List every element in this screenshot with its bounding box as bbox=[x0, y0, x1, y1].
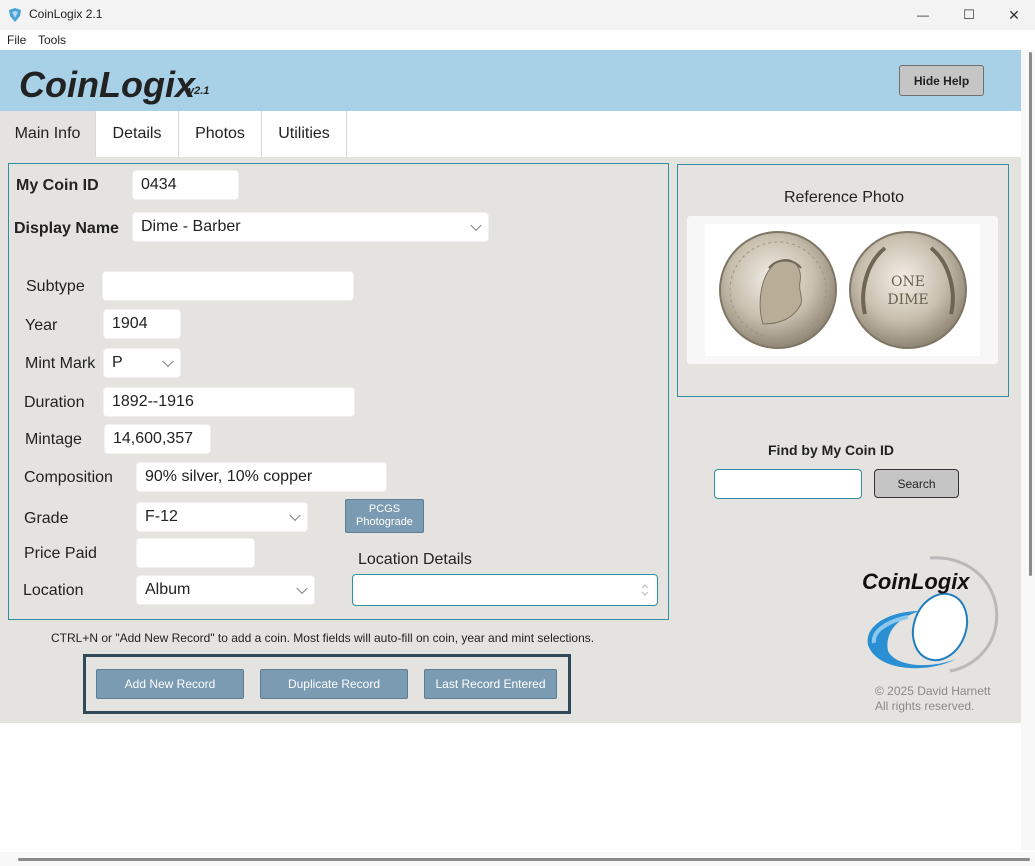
menu-file[interactable]: File bbox=[7, 33, 26, 47]
grade-value: F-12 bbox=[145, 508, 178, 525]
menu-tools[interactable]: Tools bbox=[38, 33, 66, 47]
title-bar: CoinLogix 2.1 — ☐ ✕ bbox=[0, 0, 1035, 30]
brand-logo: CoinLogix bbox=[19, 64, 195, 105]
close-icon: ✕ bbox=[1008, 6, 1020, 23]
chevron-down-icon bbox=[470, 219, 482, 232]
tab-main-info[interactable]: Main Info bbox=[0, 111, 96, 157]
composition-label: Composition bbox=[24, 469, 113, 486]
record-actions-box: Add New Record Duplicate Record Last Rec… bbox=[83, 654, 571, 714]
display-name-label: Display Name bbox=[14, 220, 119, 237]
pcgs-photograde-button[interactable]: PCGS Photograde bbox=[345, 499, 424, 533]
reference-photo-title: Reference Photo bbox=[783, 189, 905, 206]
app-header: CoinLogix v2.1 Hide Help bbox=[0, 50, 1021, 111]
add-new-record-button[interactable]: Add New Record bbox=[96, 669, 244, 699]
mintage-label: Mintage bbox=[25, 431, 82, 448]
tab-photos[interactable]: Photos bbox=[179, 111, 262, 157]
display-name-select[interactable]: Dime - Barber bbox=[132, 212, 489, 242]
location-label: Location bbox=[23, 582, 84, 599]
hide-help-button[interactable]: Hide Help bbox=[899, 65, 984, 96]
horizontal-scrollbar-thumb[interactable] bbox=[18, 858, 1030, 861]
app-icon bbox=[9, 8, 21, 22]
composition-field[interactable]: 90% silver, 10% copper bbox=[136, 462, 387, 492]
pcgs-button-line2: Photograde bbox=[356, 516, 413, 528]
duration-field[interactable]: 1892--1916 bbox=[103, 387, 355, 417]
copyright-line1: © 2025 David Harnett bbox=[875, 684, 991, 698]
search-button[interactable]: Search bbox=[874, 469, 959, 498]
chevron-down-icon bbox=[289, 509, 301, 522]
maximize-button[interactable]: ☐ bbox=[946, 0, 992, 30]
maximize-icon: ☐ bbox=[963, 7, 975, 22]
price-paid-field[interactable] bbox=[136, 538, 255, 568]
tab-utilities[interactable]: Utilities bbox=[262, 111, 347, 157]
last-record-entered-button[interactable]: Last Record Entered bbox=[424, 669, 557, 699]
location-select[interactable]: Album bbox=[136, 575, 315, 605]
copyright-line2: All rights reserved. bbox=[875, 699, 975, 713]
reference-photo-frame: ONE DIME bbox=[687, 216, 998, 364]
price-paid-label: Price Paid bbox=[24, 545, 97, 562]
location-details-field[interactable] bbox=[352, 574, 658, 606]
display-name-value: Dime - Barber bbox=[141, 218, 241, 235]
vertical-scrollbar[interactable] bbox=[1021, 50, 1035, 850]
duplicate-record-button[interactable]: Duplicate Record bbox=[260, 669, 408, 699]
reference-coin-image: ONE DIME bbox=[705, 224, 980, 356]
subtype-field[interactable] bbox=[102, 271, 354, 301]
find-by-id-label: Find by My Coin ID bbox=[768, 442, 894, 458]
copyright: © 2025 David Harnett All rights reserved… bbox=[875, 684, 991, 714]
location-details-label: Location Details bbox=[358, 551, 472, 568]
grade-label: Grade bbox=[24, 510, 69, 527]
duration-label: Duration bbox=[24, 394, 85, 411]
shortcut-hint: CTRL+N or "Add New Record" to add a coin… bbox=[51, 631, 595, 645]
close-button[interactable]: ✕ bbox=[991, 0, 1035, 30]
window-title: CoinLogix 2.1 bbox=[29, 7, 103, 21]
chevron-down-icon bbox=[162, 355, 174, 368]
year-field[interactable]: 1904 bbox=[103, 309, 181, 339]
reference-photo-panel: Reference Photo ONE DIME bbox=[677, 164, 1009, 397]
grade-select[interactable]: F-12 bbox=[136, 502, 308, 532]
coin-id-label: My Coin ID bbox=[16, 177, 99, 194]
pcgs-button-line1: PCGS bbox=[368, 503, 401, 515]
brand-version: v2.1 bbox=[188, 85, 210, 97]
mint-mark-value: P bbox=[112, 354, 123, 371]
subtype-label: Subtype bbox=[26, 278, 85, 295]
minimize-icon: — bbox=[917, 8, 929, 22]
vertical-scrollbar-thumb[interactable] bbox=[1029, 52, 1032, 576]
chevron-down-icon bbox=[296, 582, 308, 595]
coin-id-field[interactable]: 0434 bbox=[132, 170, 239, 200]
mint-mark-label: Mint Mark bbox=[25, 355, 96, 372]
coin-info-panel: My Coin ID 0434 Display Name Dime - Barb… bbox=[8, 163, 669, 620]
tab-strip: Main Info Details Photos Utilities bbox=[0, 111, 1021, 157]
spinner-arrows-icon bbox=[641, 584, 649, 596]
reverse-text-line1: ONE bbox=[891, 274, 925, 290]
find-coin-id-input[interactable] bbox=[714, 469, 862, 499]
main-content: My Coin ID 0434 Display Name Dime - Barb… bbox=[0, 157, 1021, 723]
location-value: Album bbox=[145, 581, 191, 598]
mint-mark-select[interactable]: P bbox=[103, 348, 181, 378]
menu-bar: File Tools bbox=[0, 30, 1035, 50]
reverse-text-line2: DIME bbox=[887, 292, 928, 308]
year-label: Year bbox=[25, 317, 58, 334]
footer-logo-text: CoinLogix bbox=[862, 569, 970, 594]
minimize-button[interactable]: — bbox=[900, 0, 946, 30]
mintage-field[interactable]: 14,600,357 bbox=[104, 424, 211, 454]
tab-details[interactable]: Details bbox=[96, 111, 179, 157]
